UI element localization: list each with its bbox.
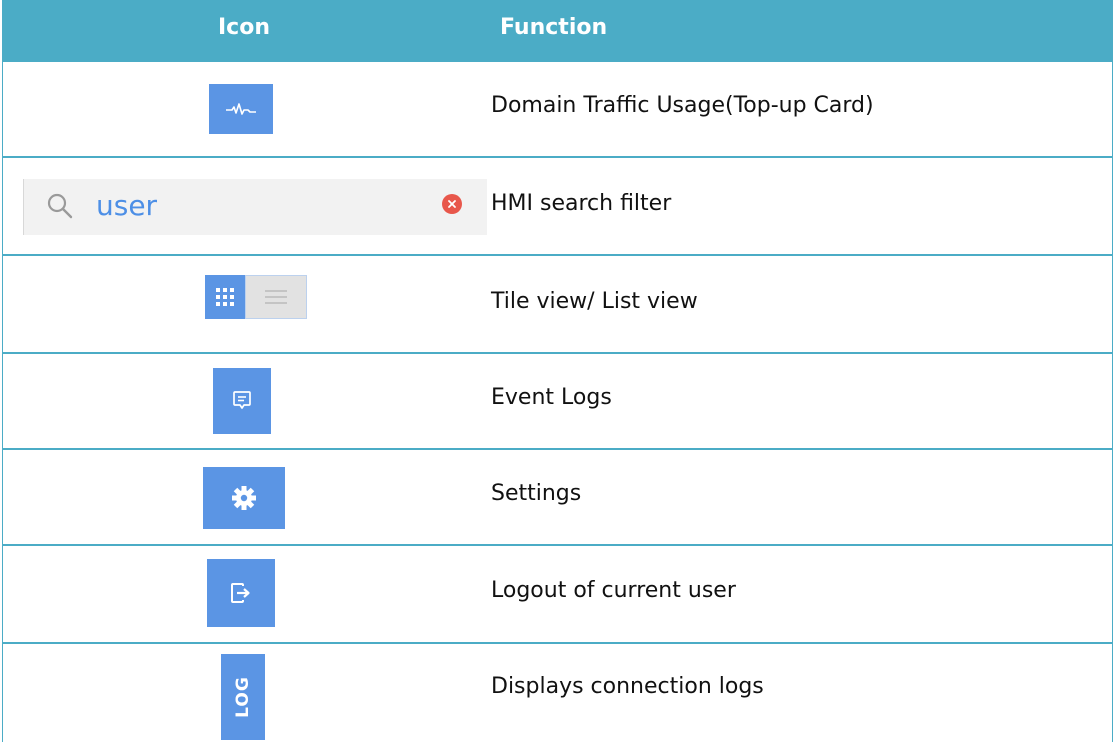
table-header: Icon Function (2, 0, 1113, 62)
row-label-traffic: Domain Traffic Usage(Top-up Card) (491, 93, 874, 118)
row-label-logout: Logout of current user (491, 578, 736, 603)
event-logs-icon[interactable] (213, 368, 271, 434)
table-row-search: user HMI search filter (2, 158, 1113, 256)
log-tab-icon[interactable]: LOG (221, 654, 265, 740)
row-label-connection-logs: Displays connection logs (491, 674, 764, 699)
clear-search-icon[interactable] (442, 194, 462, 214)
table-row-connection-logs: LOG Displays connection logs (2, 644, 1113, 742)
row-label-event-logs: Event Logs (491, 385, 612, 410)
traffic-pulse-icon[interactable] (209, 84, 273, 134)
icon-function-table: Icon Function Domain Traffic Usage(Top-u… (2, 0, 1113, 742)
log-tab-text: LOG (232, 676, 253, 718)
list-view-icon[interactable] (245, 275, 307, 319)
header-icon-column: Icon (218, 15, 271, 40)
row-label-search: HMI search filter (491, 191, 672, 216)
tile-view-icon[interactable] (205, 275, 245, 319)
header-function-column: Function (500, 15, 608, 40)
logout-icon[interactable] (207, 559, 275, 627)
table-row-logout: Logout of current user (2, 546, 1113, 644)
search-input[interactable]: user (23, 179, 487, 235)
table-row-settings: Settings (2, 450, 1113, 546)
gear-icon[interactable] (203, 467, 285, 529)
table-row-traffic: Domain Traffic Usage(Top-up Card) (2, 62, 1113, 158)
table-row-event-logs: Event Logs (2, 354, 1113, 450)
search-value: user (96, 189, 158, 222)
row-label-settings: Settings (491, 481, 582, 506)
search-icon (47, 193, 73, 219)
table-row-view-toggle: Tile view/ List view (2, 256, 1113, 354)
view-toggle (205, 275, 307, 319)
row-label-view-toggle: Tile view/ List view (491, 289, 698, 314)
